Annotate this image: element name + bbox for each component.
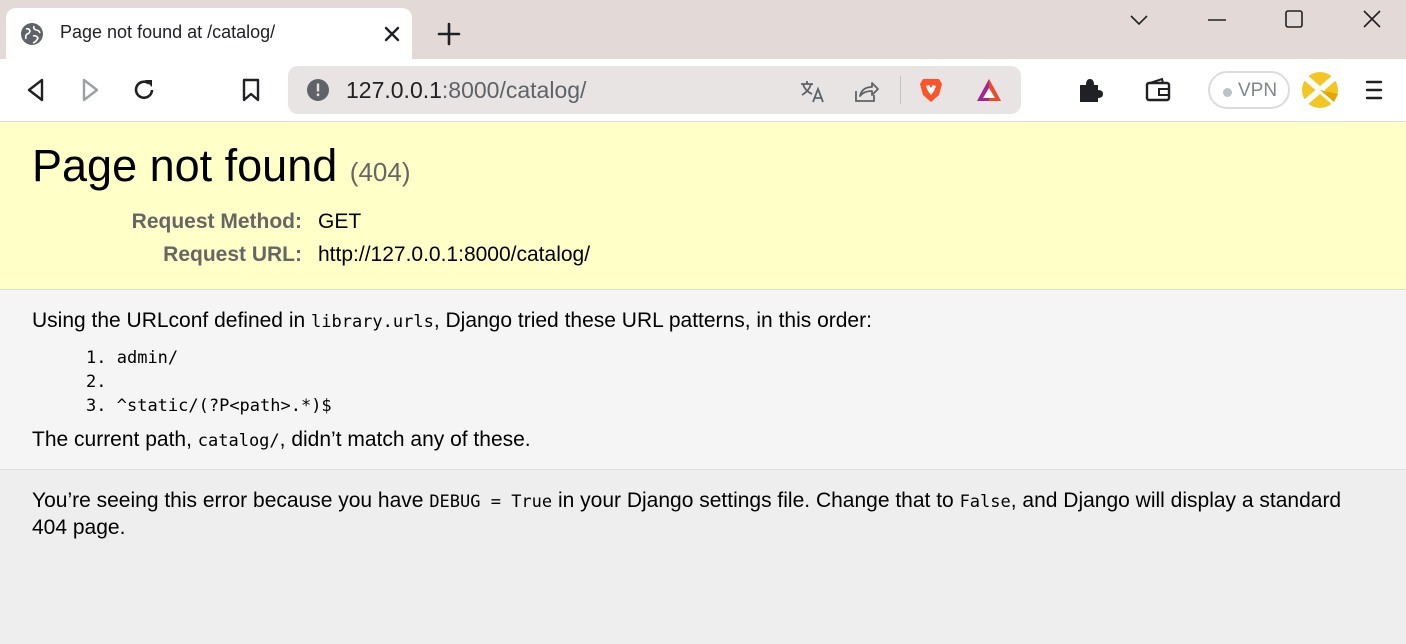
browser-toolbar: 127.0.0.1:8000/catalog/ VPN [0,59,1406,122]
debug-setting: DEBUG = True [429,492,553,512]
page-title: Page not found (404) [32,140,411,192]
explanation-part: in your Django settings file. Change tha… [552,489,960,512]
list-item: 2. [86,370,332,394]
request-url-label: Request URL: [163,243,302,266]
extensions-icon[interactable] [1076,76,1104,104]
request-method-value: GET [318,210,362,233]
minimize-icon[interactable] [1202,6,1232,34]
brave-rewards-icon[interactable] [975,76,1003,104]
urlconf-module: library.urls [311,312,434,332]
vpn-button[interactable]: VPN [1208,71,1290,109]
reload-icon[interactable] [130,76,158,104]
plus-icon[interactable] [436,21,462,47]
error-summary: Page not found (404) Request Method: GET… [0,122,1406,290]
back-icon[interactable] [22,76,50,104]
status-code: (404) [349,157,411,187]
current-path-message: The current path, catalog/, didn’t match… [32,428,531,452]
false-value: False [959,492,1011,512]
tab-title: Page not found at /catalog/ [60,22,276,42]
current-path-text-end: , didn’t match any of these. [279,428,531,451]
pattern-number: 1. [86,348,107,368]
close-icon[interactable] [380,22,404,46]
bookmark-icon[interactable] [237,76,265,104]
forward-icon[interactable] [76,76,104,104]
vpn-status-dot [1223,88,1232,97]
wallet-icon[interactable] [1144,76,1172,104]
explanation-text: You’re seeing this error because you hav… [32,488,1352,541]
url-host: 127.0.0.1 [346,77,442,103]
urlconf-info: Using the URLconf defined in library.url… [0,290,1406,470]
maximize-icon[interactable] [1279,6,1309,34]
urlconf-intro-text: Using the URLconf defined in [32,309,311,332]
translate-icon[interactable] [798,77,826,105]
pattern-number: 3. [86,396,107,416]
close-window-icon[interactable] [1357,6,1387,34]
address-bar[interactable]: 127.0.0.1:8000/catalog/ [288,66,1021,114]
tab-strip: Page not found at /catalog/ [0,0,1406,59]
url-pattern-list: 1. admin/ 2. 3. ^static/(?P<path>.*)$ [86,346,332,418]
pattern-number: 2. [86,372,107,392]
tab-active[interactable]: Page not found at /catalog/ [6,8,412,59]
info-icon[interactable] [306,78,330,102]
globe-icon [21,23,43,45]
request-method-label: Request Method: [131,210,302,233]
chevron-down-icon[interactable] [1124,6,1154,34]
debug-explanation: You’re seeing this error because you hav… [0,470,1406,644]
current-path: catalog/ [197,431,280,451]
urlconf-intro-text-end: , Django tried these URL patterns, in th… [433,309,872,332]
urlconf-intro: Using the URLconf defined in library.url… [32,309,872,333]
list-item: 1. admin/ [86,346,332,370]
menu-icon[interactable] [1360,76,1388,104]
url-text[interactable]: 127.0.0.1:8000/catalog/ [346,77,586,104]
pattern-text: ^static/(?P<path>.*)$ [116,396,332,416]
page-content: Page not found (404) Request Method: GET… [0,122,1406,644]
divider [900,76,901,104]
brave-shields-icon[interactable] [917,76,945,104]
profile-icon[interactable] [1300,70,1340,110]
share-icon[interactable] [852,77,880,105]
pattern-text: admin/ [116,348,179,368]
url-path: :8000/catalog/ [441,77,587,103]
current-path-text: The current path, [32,428,198,451]
vpn-label: VPN [1238,80,1278,101]
list-item: 3. ^static/(?P<path>.*)$ [86,394,332,418]
page-title-text: Page not found [32,140,338,191]
request-url-value: http://127.0.0.1:8000/catalog/ [318,243,591,266]
explanation-part: You’re seeing this error because you hav… [32,489,430,512]
